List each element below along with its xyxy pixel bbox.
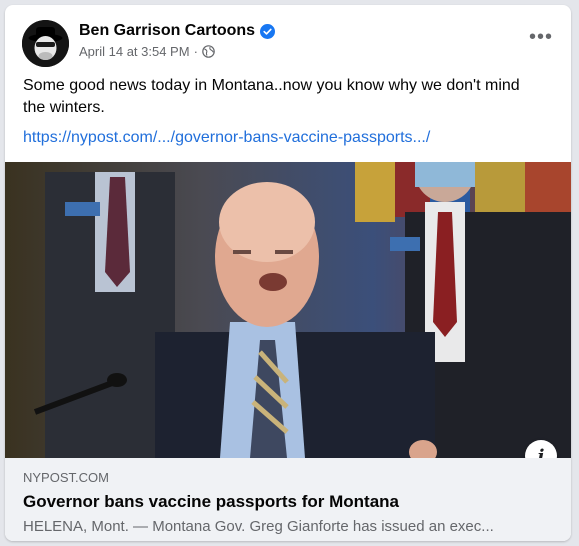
link-preview-image[interactable] [5,162,571,458]
link-headline[interactable]: Governor bans vaccine passports for Mont… [23,492,399,512]
page-name-text[interactable]: Ben Garrison Cartoons [79,22,255,40]
page-avatar[interactable] [22,20,69,67]
verified-badge-icon [260,23,276,39]
more-options-button[interactable]: ••• [525,25,557,48]
link-preview-footer[interactable]: NYPOST.COM Governor bans vaccine passpor… [5,458,571,541]
more-options-label: ••• [528,25,553,48]
page-name[interactable]: Ben Garrison Cartoons [79,22,276,40]
post-link[interactable]: https://nypost.com/.../governor-bans-vac… [23,129,430,147]
press-conference-photo [5,162,571,458]
post-header: Ben Garrison Cartoons April 14 at 3:54 P… [5,5,571,67]
link-domain: NYPOST.COM [23,470,109,485]
avatar-image [22,20,69,67]
post-text: Some good news today in Montana..now you… [23,77,520,116]
meta-separator: · [193,44,198,59]
post-timestamp[interactable]: April 14 at 3:54 PM [79,44,190,59]
post-meta: April 14 at 3:54 PM · [79,44,215,59]
link-description: HELENA, Mont. — Montana Gov. Greg Gianfo… [23,518,494,535]
post-card: Ben Garrison Cartoons April 14 at 3:54 P… [5,5,571,541]
globe-icon[interactable] [202,45,215,58]
